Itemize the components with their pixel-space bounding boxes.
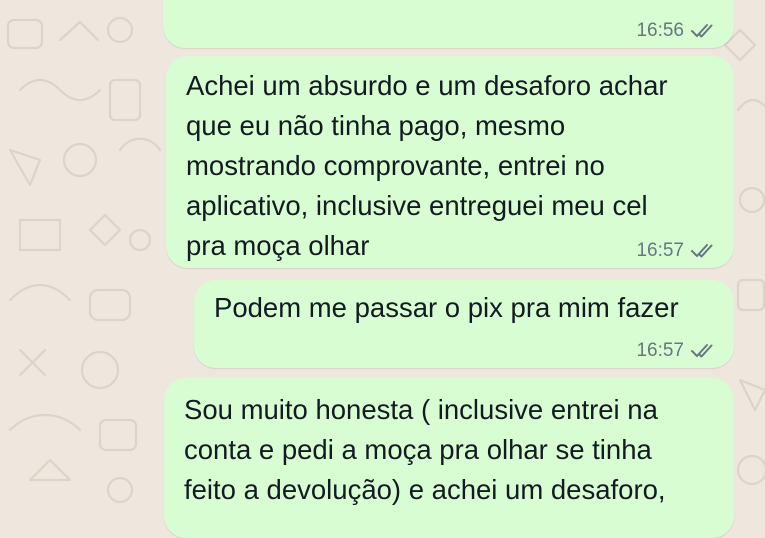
message-text: Podem me passar o pix pra mim fazer xyxy=(214,292,679,323)
message-text: Sou muito honesta ( inclusive entrei na … xyxy=(184,394,666,505)
message-bubble-outgoing[interactable]: Podem me passar o pix pra mim fazer 16:5… xyxy=(194,280,734,368)
double-check-icon xyxy=(690,243,716,259)
message-time: 16:56 xyxy=(636,20,684,41)
message-bubble-outgoing[interactable]: Sou muito honesta ( inclusive entrei na … xyxy=(164,378,734,538)
message-time: 16:57 xyxy=(636,240,684,261)
message-text: Achei um absurdo e um desaforo achar que… xyxy=(186,70,668,261)
message-bubble-outgoing[interactable]: Achei um absurdo e um desaforo achar que… xyxy=(166,56,734,268)
message-meta: 16:57 xyxy=(636,240,716,262)
message-bubble-outgoing[interactable]: 16:56 xyxy=(163,0,734,48)
message-meta: 16:56 xyxy=(636,20,716,42)
double-check-icon xyxy=(690,23,716,39)
message-meta: 16:57 xyxy=(636,340,716,362)
message-time: 16:57 xyxy=(636,340,684,361)
double-check-icon xyxy=(690,343,716,359)
